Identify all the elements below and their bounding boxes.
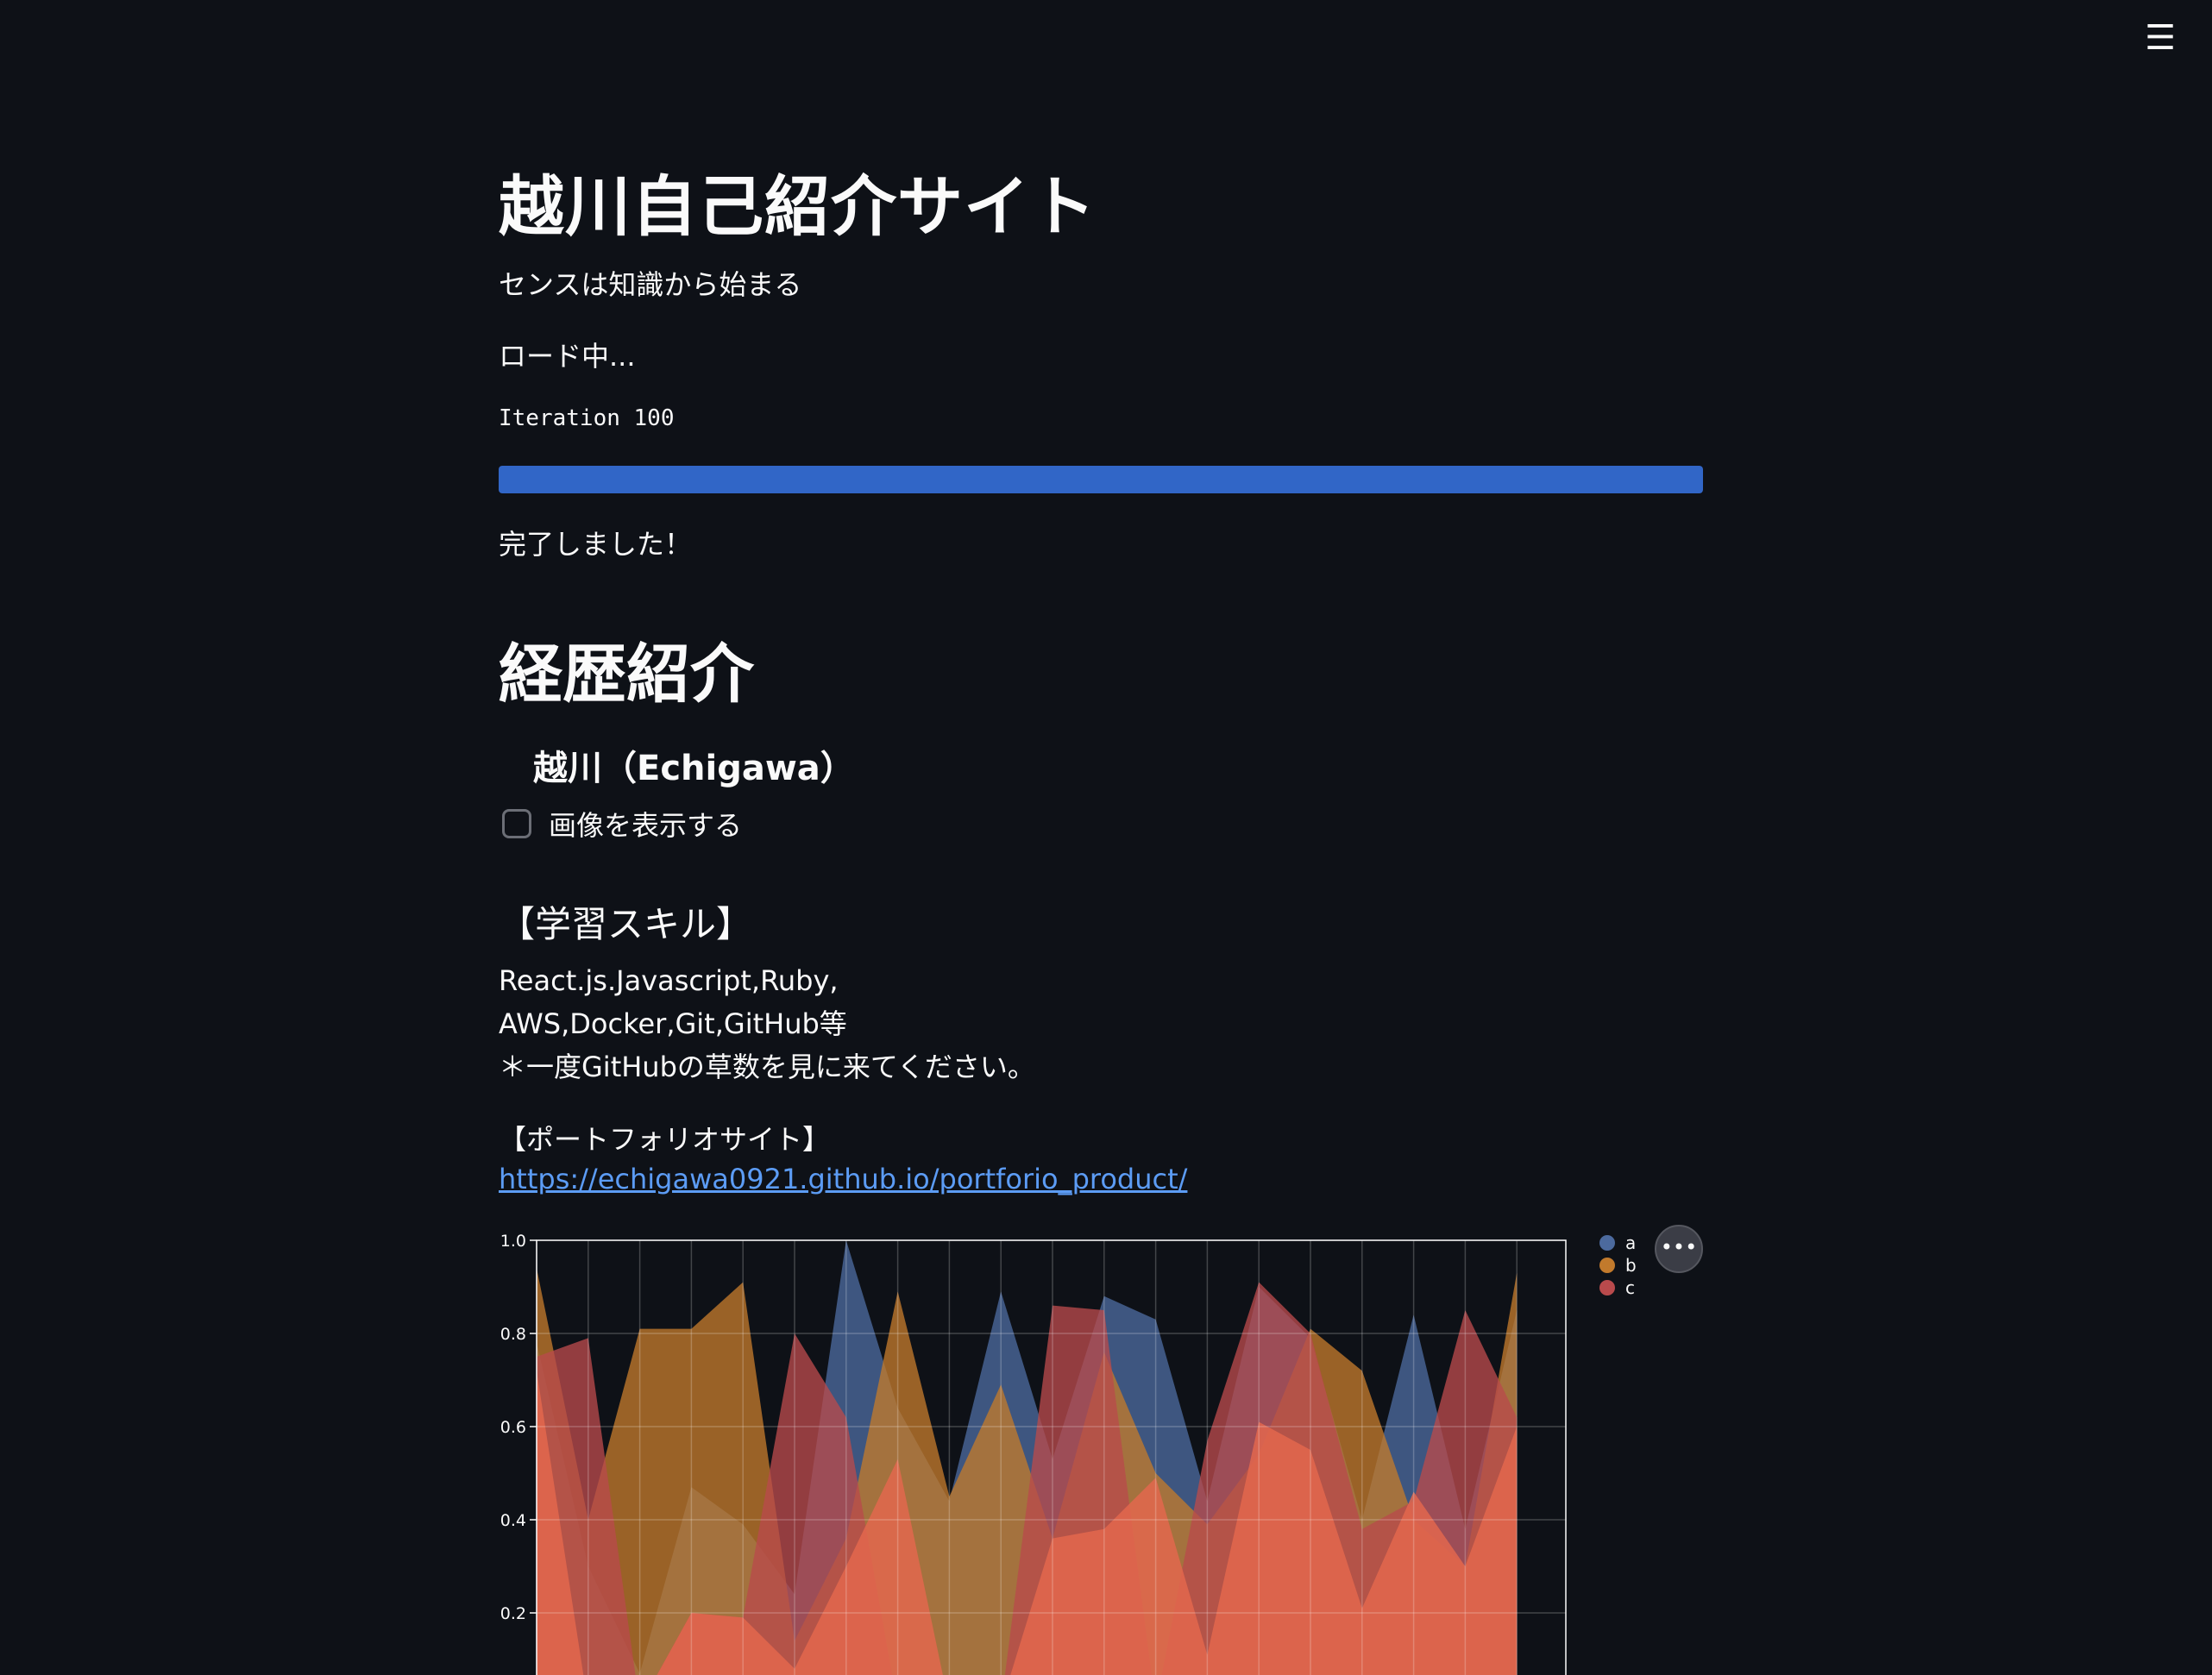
iteration-text: Iteration 100 <box>499 405 675 431</box>
progress-fill <box>499 466 1703 493</box>
hamburger-menu-icon[interactable]: ☰ <box>2140 19 2181 57</box>
skills-line: React.js.Javascript,Ruby, <box>499 964 839 997</box>
more-options-icon[interactable]: ••• <box>1655 1225 1703 1273</box>
y-tick-label: 0.2 <box>500 1604 526 1623</box>
skills-text: React.js.Javascript,Ruby, AWS,Docker,Git… <box>499 959 1035 1088</box>
chart-legend: abc <box>1599 1232 1637 1299</box>
y-tick-label: 0.8 <box>500 1325 526 1344</box>
skills-line: AWS,Docker,Git,GitHub等 <box>499 1007 847 1040</box>
legend-dot <box>1599 1280 1615 1295</box>
legend-item-a: a <box>1599 1232 1637 1254</box>
legend-label: b <box>1625 1255 1637 1276</box>
page-title: 越川自己紹介サイト <box>499 168 1097 245</box>
career-heading: 経歴紹介 <box>499 637 754 712</box>
legend-item-b: b <box>1599 1254 1637 1277</box>
y-tick-label: 1.0 <box>500 1232 526 1251</box>
legend-label: a <box>1625 1233 1637 1253</box>
skills-line: ＊一度GitHubの草数を見に来てください。 <box>499 1051 1035 1083</box>
legend-label: c <box>1625 1277 1635 1298</box>
done-message: 完了しました！ <box>499 528 693 561</box>
legend-dot <box>1599 1235 1615 1251</box>
legend-dot <box>1599 1258 1615 1273</box>
tagline: センスは知識から始まる <box>499 268 802 301</box>
y-tick-label: 0.6 <box>500 1418 526 1437</box>
legend-item-c: c <box>1599 1277 1637 1299</box>
chart-svg: 1.0 0.8 0.6 0.4 0.2 <box>500 1232 1567 1675</box>
checkbox-box[interactable] <box>502 809 531 838</box>
profile-name: 越川（Echigawa） <box>533 749 855 788</box>
area-chart: 1.0 0.8 0.6 0.4 0.2 abc ••• <box>499 1225 1703 1675</box>
show-image-checkbox[interactable]: 画像を表示する <box>502 804 742 844</box>
y-tick-label: 0.4 <box>500 1511 526 1530</box>
progress-bar <box>499 466 1703 493</box>
portfolio-label: 【ポートフォリオサイト】 <box>499 1123 831 1156</box>
skills-heading: 【学習スキル】 <box>499 903 753 945</box>
loading-text: ロード中... <box>499 340 636 373</box>
checkbox-label[interactable]: 画像を表示する <box>549 804 742 844</box>
portfolio-link[interactable]: https://echigawa0921.github.io/portforio… <box>499 1163 1187 1195</box>
